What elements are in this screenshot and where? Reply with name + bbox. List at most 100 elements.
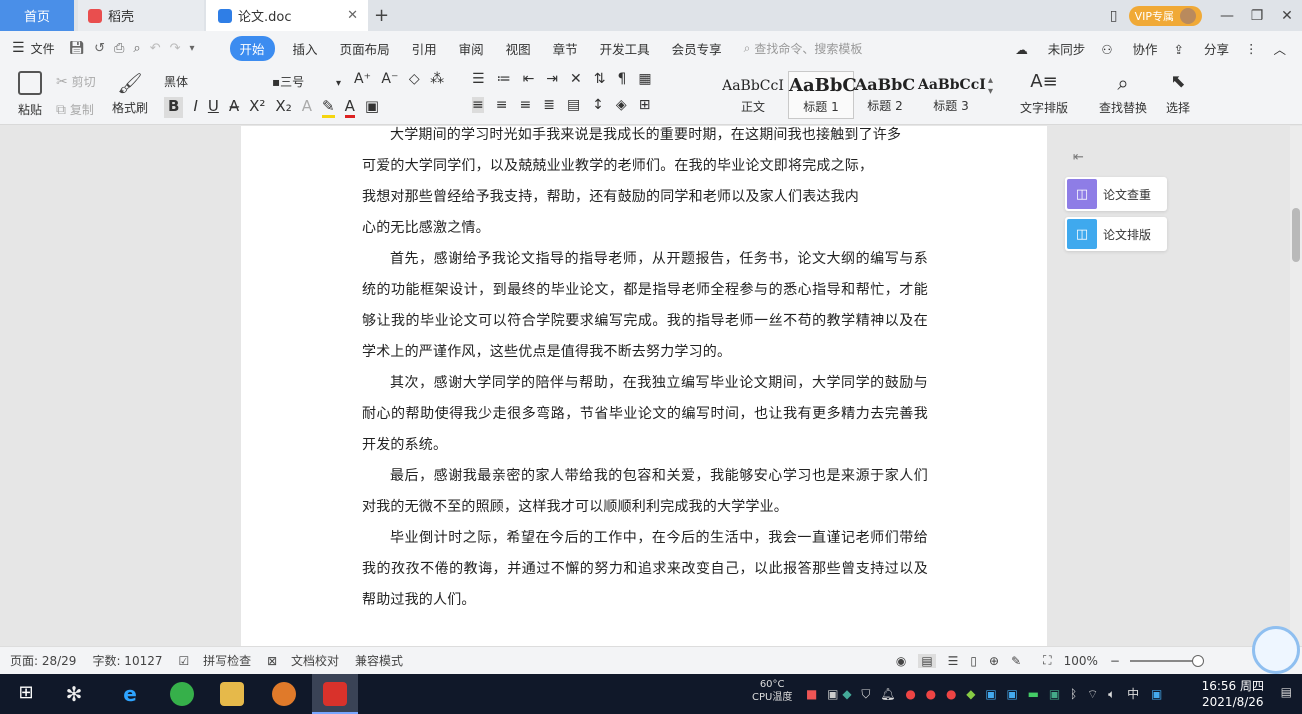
close-tab-icon[interactable]: ✕ bbox=[347, 8, 358, 23]
menu-review[interactable]: 审阅 bbox=[459, 39, 484, 58]
show-marks-icon[interactable]: ¶ bbox=[618, 71, 627, 87]
menu-page-layout[interactable]: 页面布局 bbox=[340, 39, 390, 58]
tray-app-icon[interactable]: ▣ bbox=[1151, 687, 1162, 701]
numbered-list-icon[interactable]: ≔ bbox=[497, 71, 511, 87]
save-icon[interactable]: 💾︎ bbox=[69, 41, 86, 56]
borders-icon[interactable]: ⊞ bbox=[639, 97, 651, 113]
menu-developer[interactable]: 开发工具 bbox=[600, 39, 650, 58]
superscript-icon[interactable]: X² bbox=[249, 97, 265, 118]
style-heading-2[interactable]: AaBbC 标题 2 bbox=[852, 71, 918, 119]
document-text[interactable]: 大学期间的学习时光如手我来说是我成长的重要时期，在这期间我也接触到了许多 可爱的… bbox=[362, 126, 928, 616]
char-border-icon[interactable]: ▣ bbox=[365, 97, 379, 118]
style-heading-1[interactable]: AaBbC 标题 1 bbox=[788, 71, 857, 119]
increase-indent-icon[interactable]: ⇥ bbox=[546, 71, 558, 87]
shrink-font-icon[interactable]: A⁻ bbox=[381, 71, 398, 87]
notification-bell-icon[interactable]: 🔔︎ bbox=[880, 687, 895, 701]
spell-check-button[interactable]: ☑ 拼写检查 bbox=[179, 652, 252, 669]
print-icon[interactable]: ⎙ bbox=[114, 41, 124, 56]
format-painter-button[interactable]: 🖌︎ 格式刷 bbox=[110, 71, 150, 116]
zoom-slider-knob[interactable] bbox=[1191, 654, 1204, 667]
shading-icon[interactable]: ◈ bbox=[616, 97, 627, 113]
360-browser-icon[interactable] bbox=[170, 682, 194, 706]
share-button[interactable]: ⇪ 分享 bbox=[1174, 39, 1229, 58]
distributed-icon[interactable]: ▤ bbox=[567, 97, 580, 113]
fit-page-icon[interactable]: ⛶ bbox=[1043, 653, 1051, 668]
shield-icon[interactable]: ⛉ bbox=[861, 687, 870, 701]
tray-app-icon[interactable]: ● bbox=[905, 687, 915, 701]
menu-insert[interactable]: 插入 bbox=[293, 39, 318, 58]
tray-app-icon[interactable]: ◆ bbox=[966, 687, 975, 701]
tray-app-icon[interactable]: ◆ bbox=[842, 687, 851, 701]
document-page[interactable]: 大学期间的学习时光如手我来说是我成长的重要时期，在这期间我也接触到了许多 可爱的… bbox=[241, 126, 1047, 646]
web-view-icon[interactable]: ⊕ bbox=[989, 654, 999, 668]
paper-layout-button[interactable]: ◫ 论文排版 bbox=[1065, 217, 1167, 251]
taskbar-clock[interactable]: 16:56 周四 2021/8/26 bbox=[1202, 678, 1264, 710]
bold-icon[interactable]: B bbox=[164, 97, 184, 118]
page-view-icon[interactable]: ▤ bbox=[918, 653, 936, 668]
word-count[interactable]: 字数: 10127 bbox=[92, 652, 162, 669]
zoom-out-icon[interactable]: − bbox=[1110, 654, 1120, 668]
italic-icon[interactable]: I bbox=[193, 97, 197, 118]
tab-home[interactable]: 首页 bbox=[0, 0, 74, 31]
file-menu[interactable]: ☰ 文件 bbox=[12, 40, 55, 57]
reading-view-icon[interactable]: ▯ bbox=[970, 654, 977, 668]
doc-proof-button[interactable]: ⊠ 文档校对 bbox=[267, 652, 339, 669]
styles-more-icon[interactable]: ▴ ▾ bbox=[988, 75, 993, 97]
tray-app-icon[interactable]: ▣ bbox=[1049, 687, 1060, 701]
tray-app-icon[interactable]: ▣ bbox=[985, 687, 996, 701]
search-command-input[interactable]: 查找命令、搜索模板 bbox=[754, 40, 862, 57]
decrease-indent-icon[interactable]: ⇤ bbox=[523, 71, 535, 87]
ime-indicator[interactable]: 中 bbox=[1127, 687, 1139, 701]
font-name-select[interactable]: 黑体 bbox=[164, 73, 260, 90]
tray-app-icon[interactable]: ▬ bbox=[1028, 687, 1039, 701]
zoom-slider[interactable] bbox=[1129, 654, 1204, 667]
font-size-select[interactable]: ▪三号 ▾ bbox=[272, 73, 342, 90]
tray-app-icon[interactable]: ▣ bbox=[1006, 687, 1017, 701]
menu-references[interactable]: 引用 bbox=[412, 39, 437, 58]
menu-member[interactable]: 会员专享 bbox=[672, 39, 722, 58]
phonetic-icon[interactable]: ⁂ bbox=[430, 71, 444, 87]
restore-icon[interactable]: ❐ bbox=[1242, 8, 1272, 24]
fan-app-icon[interactable]: ✻ bbox=[62, 682, 86, 706]
bullet-list-icon[interactable]: ☰ bbox=[472, 71, 485, 87]
new-tab-button[interactable]: + bbox=[374, 5, 389, 26]
file-explorer-icon[interactable] bbox=[220, 682, 244, 706]
floating-assistant-button[interactable] bbox=[1252, 626, 1300, 674]
style-heading-3[interactable]: AaBbCcI 标题 3 bbox=[918, 71, 986, 119]
write-mode-icon[interactable]: ✎ bbox=[1011, 654, 1021, 668]
wps-taskbar-item[interactable] bbox=[312, 674, 358, 714]
find-replace-button[interactable]: ⌕ 查找替换 bbox=[1092, 71, 1154, 116]
table-lines-icon[interactable]: ▦ bbox=[638, 71, 651, 87]
align-left-icon[interactable]: ≡ bbox=[472, 97, 484, 113]
tray-app-icon[interactable]: ▣ bbox=[827, 687, 838, 701]
sort-icon[interactable]: ⇅ bbox=[594, 71, 606, 87]
align-right-icon[interactable]: ≡ bbox=[519, 97, 531, 113]
clear-format-icon[interactable]: ◇ bbox=[409, 71, 420, 87]
scroll-thumb[interactable] bbox=[1292, 208, 1300, 262]
vip-badge[interactable]: VIP专属 bbox=[1128, 6, 1202, 26]
panel-collapse-icon[interactable]: ⇤ bbox=[1073, 150, 1175, 165]
menu-view[interactable]: 视图 bbox=[506, 39, 531, 58]
action-center-icon[interactable]: ▤ bbox=[1281, 685, 1292, 699]
undo-icon[interactable]: ↶ bbox=[150, 41, 161, 56]
media-player-icon[interactable] bbox=[272, 682, 296, 706]
text-layout-button[interactable]: A≡ 文字排版 bbox=[1014, 71, 1074, 116]
sync-status[interactable]: ☁ 未同步 bbox=[1015, 39, 1085, 58]
tray-app-icon[interactable]: ● bbox=[926, 687, 936, 701]
tray-app-icon[interactable]: ● bbox=[946, 687, 956, 701]
chinese-layout-icon[interactable]: ✕ bbox=[570, 71, 582, 87]
tab-daoke[interactable]: 稻壳 bbox=[78, 0, 204, 31]
menu-chapter[interactable]: 章节 bbox=[553, 39, 578, 58]
justify-icon[interactable]: ≣ bbox=[543, 97, 555, 113]
menu-start[interactable]: 开始 bbox=[229, 35, 275, 61]
grow-font-icon[interactable]: A⁺ bbox=[354, 71, 371, 87]
windows-start-icon[interactable]: ⊞ bbox=[14, 682, 38, 706]
align-center-icon[interactable]: ≡ bbox=[496, 97, 508, 113]
highlight-icon[interactable]: ✎ bbox=[321, 97, 335, 118]
page-indicator[interactable]: 页面: 28/29 bbox=[10, 652, 76, 669]
speaker-icon[interactable]: 🔈︎ bbox=[1108, 687, 1115, 701]
minimize-icon[interactable]: — bbox=[1212, 8, 1242, 24]
dropdown-icon[interactable]: ▾ bbox=[190, 43, 195, 54]
cpu-temp-widget[interactable]: 60°C CPU温度 bbox=[752, 678, 792, 704]
select-button[interactable]: ⬉ 选择 bbox=[1160, 71, 1196, 116]
